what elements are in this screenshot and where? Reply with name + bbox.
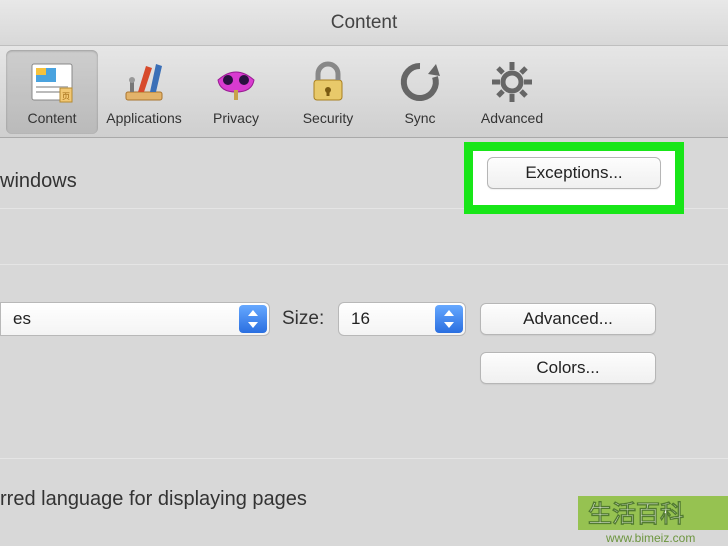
tab-privacy[interactable]: Privacy [190, 50, 282, 134]
exceptions-highlight: Exceptions... [464, 142, 684, 214]
size-label: Size: [282, 308, 324, 330]
tab-content[interactable]: 页 Content [6, 50, 98, 134]
divider [0, 264, 728, 265]
exceptions-button[interactable]: Exceptions... [487, 157, 661, 189]
tab-label: Sync [404, 110, 435, 126]
advanced-button[interactable]: Advanced... [480, 303, 656, 335]
sync-icon [396, 58, 444, 106]
svg-text:生活百科: 生活百科 [588, 501, 684, 528]
tab-label: Security [303, 110, 354, 126]
applications-icon [120, 58, 168, 106]
privacy-icon [212, 58, 260, 106]
lock-icon [304, 58, 352, 106]
size-select-value: 16 [351, 309, 370, 329]
tab-label: Privacy [213, 110, 259, 126]
tab-security[interactable]: Security [282, 50, 374, 134]
svg-text:页: 页 [62, 92, 70, 101]
tab-sync[interactable]: Sync [374, 50, 466, 134]
chevron-updown-icon [435, 305, 463, 333]
preferences-toolbar: 页 Content Applications Privacy Security [0, 46, 728, 138]
divider [0, 458, 728, 459]
window-title: Content [0, 0, 728, 46]
popup-windows-label-fragment: windows [0, 170, 77, 193]
content-pane: windows Exceptions... es Size: 16 Advanc… [0, 138, 728, 546]
content-icon: 页 [28, 58, 76, 106]
language-label-fragment: rred language for displaying pages [0, 488, 307, 511]
size-select[interactable]: 16 [338, 302, 466, 336]
tab-label: Advanced [481, 110, 543, 126]
gear-icon [488, 58, 536, 106]
svg-text:www.bimeiz.com: www.bimeiz.com [605, 531, 695, 545]
colors-button[interactable]: Colors... [480, 352, 656, 384]
tab-advanced[interactable]: Advanced [466, 50, 558, 134]
tab-label: Applications [106, 110, 182, 126]
tab-applications[interactable]: Applications [98, 50, 190, 134]
font-select-value: es [13, 309, 31, 329]
chevron-updown-icon [239, 305, 267, 333]
font-select[interactable]: es [0, 302, 270, 336]
watermark: 生活百科 www.bimeiz.com [578, 496, 728, 546]
tab-label: Content [27, 110, 76, 126]
